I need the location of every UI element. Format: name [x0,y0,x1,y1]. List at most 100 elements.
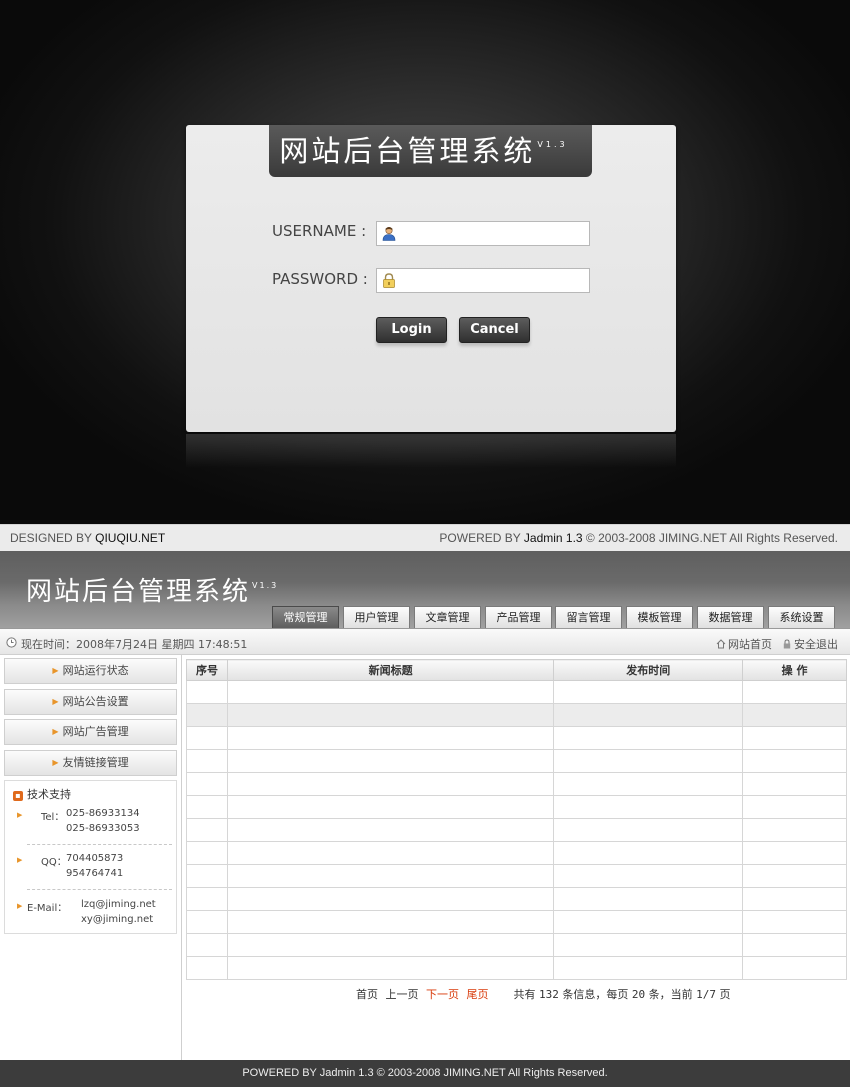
cell-actions [742,726,847,750]
home-icon [716,639,726,649]
tab-general[interactable]: 常规管理 [272,606,339,628]
first-page-link[interactable]: 首页 [356,988,378,1001]
admin-title: 网站后台管理系统 V1.3 [26,571,278,608]
cell-date [553,841,744,865]
column-header-date: 发布时间 [553,659,744,681]
cell-index [186,933,228,957]
tab-data[interactable]: 数据管理 [697,606,764,628]
username-input[interactable] [401,224,585,243]
news-table-body [186,680,847,980]
cell-date [553,795,744,819]
last-page-link[interactable]: 尾页 [467,988,489,1001]
cell-date [553,726,744,750]
cell-actions [742,864,847,888]
next-page-link[interactable]: 下一页 [426,988,459,1001]
tab-products[interactable]: 产品管理 [485,606,552,628]
triangle-right-icon: ▶ [17,902,23,910]
user-icon [382,226,396,241]
cell-title [226,818,555,842]
cancel-button[interactable]: Cancel [459,317,530,343]
status-bar: 现在时间：2008年7月24日 星期四 17:48:51 网站首页 安全退出 [0,628,850,655]
cell-actions [742,956,847,980]
designed-prefix: DESIGNED BY [10,531,96,545]
cell-actions [742,841,847,865]
cell-actions [742,910,847,934]
table-row [186,933,847,957]
admin-header: 网站后台管理系统 V1.3 常规管理 用户管理 文章管理 产品管理 留言管理 模板… [0,551,850,628]
sidebar-item-ads[interactable]: ▶ 网站广告管理 [4,719,177,745]
triangle-right-icon: ▶ [52,666,59,675]
qq-number-2: 954764741 [66,868,124,879]
tab-templates[interactable]: 模板管理 [626,606,693,628]
triangle-right-icon: ▶ [52,697,59,706]
table-row [186,749,847,773]
credit-bar: DESIGNED BY QIUQIU.NET POWERED BY Jadmin… [0,524,850,551]
cell-index [186,910,228,934]
support-title: ▪ 技术支持 [13,786,71,802]
cell-title [226,864,555,888]
logout-link-label: 安全退出 [794,638,838,651]
username-field[interactable] [376,221,590,246]
cell-date [553,703,744,727]
admin-title-text: 网站后台管理系统 [26,577,251,607]
cell-date [553,749,744,773]
sidebar-item-announcement[interactable]: ▶ 网站公告设置 [4,689,177,715]
cell-index [186,726,228,750]
table-row [186,726,847,750]
main-content: 序号 新闻标题 发布时间 操 作 首页 上一页 下一页 尾页 共有 132 条信… [182,655,850,1060]
sidebar-item-label: 网站广告管理 [62,725,129,738]
cell-index [186,956,228,980]
cell-index [186,818,228,842]
password-input[interactable] [401,271,585,290]
cell-actions [742,680,847,704]
table-row [186,956,847,980]
password-field[interactable] [376,268,590,293]
powered-by: POWERED BY Jadmin 1.3 © 2003-2008 JIMING… [439,531,838,545]
page-suffix: 页 [719,988,731,1001]
sidebar-item-links[interactable]: ▶ 友情链接管理 [4,750,177,776]
cell-date [553,956,744,980]
cell-title [226,956,555,980]
support-title-text: 技术支持 [27,788,71,801]
cell-index [186,841,228,865]
pagination: 首页 上一页 下一页 尾页 共有 132 条信息，每页 20 条，当前 1/7 … [356,986,731,1002]
tab-settings[interactable]: 系统设置 [768,606,835,628]
cell-actions [742,772,847,796]
total-count: 132 [539,988,559,1001]
table-row [186,680,847,704]
cell-actions [742,749,847,773]
tab-messages[interactable]: 留言管理 [555,606,622,628]
current-time: 现在时间：2008年7月24日 星期四 17:48:51 [21,638,248,651]
cell-title [226,726,555,750]
qq-number-1: 704405873 [66,853,124,864]
cell-index [186,680,228,704]
sidebar-item-label: 网站公告设置 [62,695,129,708]
cell-title [226,887,555,911]
footer: POWERED BY Jadmin 1.3 © 2003-2008 JIMING… [0,1060,850,1087]
home-link[interactable]: 网站首页 [716,636,772,652]
cell-title [226,933,555,957]
logout-lock-icon [783,639,791,649]
divider [27,889,172,890]
table-row [186,795,847,819]
email-2[interactable]: xy@jiming.net [81,914,153,925]
table-row [186,772,847,796]
logout-link[interactable]: 安全退出 [782,636,838,652]
divider [27,844,172,845]
tab-articles[interactable]: 文章管理 [414,606,481,628]
prev-page-link[interactable]: 上一页 [386,988,419,1001]
cell-actions [742,887,847,911]
cell-index [186,772,228,796]
sidebar-item-site-status[interactable]: ▶ 网站运行状态 [4,658,177,684]
table-row [186,864,847,888]
email-1[interactable]: lzq@jiming.net [81,899,156,910]
support-box: ▪ 技术支持 ▶ Tel： 025-86933134 025-86933053 ▶… [4,780,177,934]
cell-date [553,910,744,934]
tel-number-1: 025-86933134 [66,808,140,819]
cell-title [226,841,555,865]
sidebar-item-label: 网站运行状态 [62,664,129,677]
column-header-actions: 操 作 [742,659,847,681]
clock-icon [6,637,17,648]
tab-users[interactable]: 用户管理 [343,606,410,628]
login-button[interactable]: Login [376,317,447,343]
